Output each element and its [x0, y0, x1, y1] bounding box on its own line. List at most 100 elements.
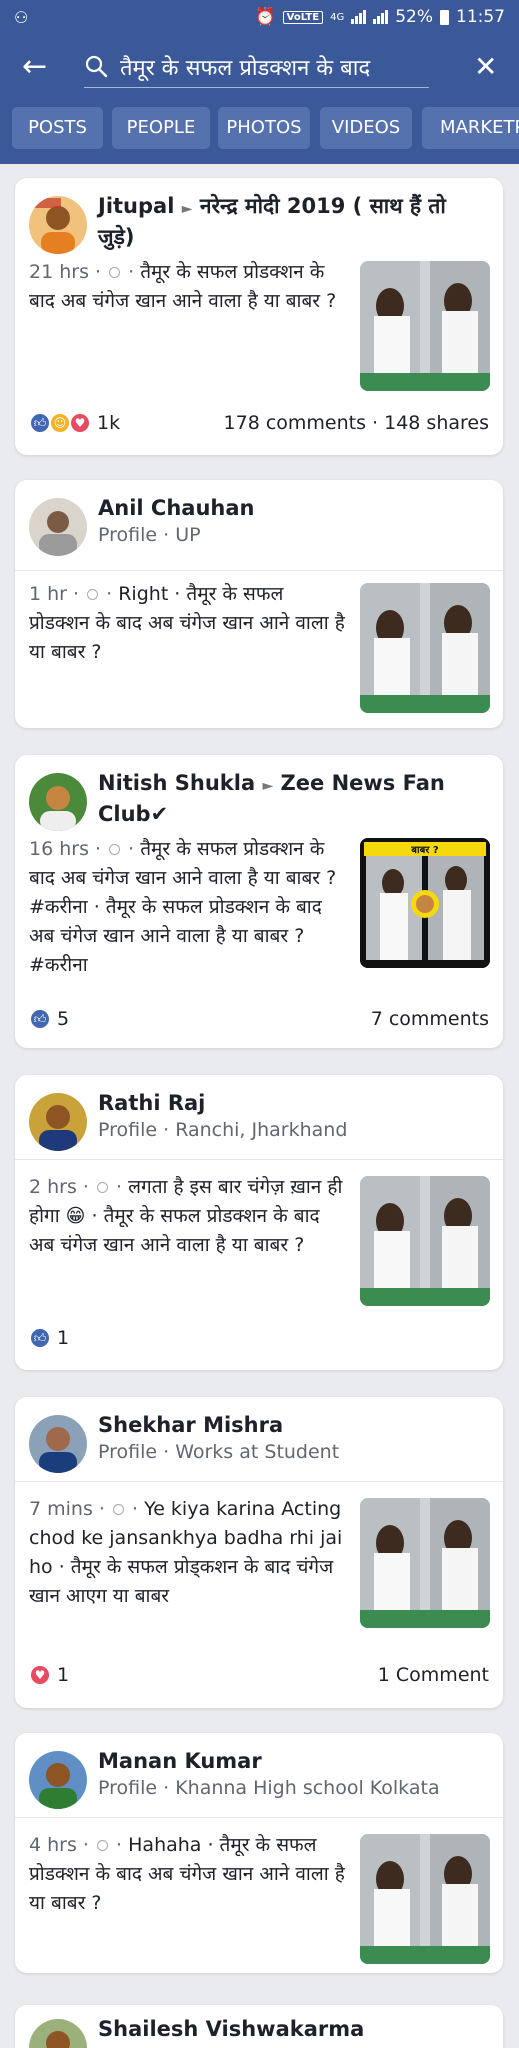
avatar[interactable]: [29, 1093, 87, 1151]
post-footer: ♥ 1 1 Comment: [29, 1662, 489, 1690]
clear-search-icon[interactable]: ✕: [474, 50, 497, 84]
search-query: तैमूर के सफल प्रोडक्शन के बाद: [120, 56, 371, 81]
post-card[interactable]: Anil Chauhan Profile · UP 1 hr · · Right…: [15, 480, 503, 728]
author-name[interactable]: Jitupal: [98, 194, 174, 218]
author-name[interactable]: Anil Chauhan: [98, 496, 254, 520]
globe-icon: [87, 589, 99, 600]
tab-photos[interactable]: PHOTOS: [218, 107, 310, 149]
avatar[interactable]: [29, 498, 87, 556]
battery-icon: [440, 9, 449, 25]
search-icon: [85, 55, 108, 78]
post-body: 4 hrs · · Hahaha · तैमूर के सफल प्रोडक्श…: [29, 1834, 345, 1914]
post-time: 2 hrs: [29, 1176, 77, 1198]
signal-icon: [351, 10, 367, 24]
reaction-count: 1k: [97, 412, 121, 434]
post-card[interactable]: Shailesh Vishwakarma: [15, 2005, 503, 2048]
post-body: 1 hr · · Right · तैमूर के सफल प्रोडक्शन …: [29, 583, 345, 663]
reaction-summary[interactable]: 👍︎ 1: [29, 1327, 69, 1349]
post-thumbnail[interactable]: [360, 1498, 490, 1628]
reaction-summary[interactable]: ♥ 1: [29, 1664, 69, 1686]
author-name[interactable]: Nitish Shukla: [98, 771, 255, 795]
post-author-line[interactable]: Manan Kumar: [98, 1747, 488, 1775]
post-thumbnail[interactable]: [360, 261, 490, 391]
globe-icon: [109, 267, 121, 278]
post-body: 7 mins · · Ye kiya karina Acting chod ke…: [29, 1498, 343, 1607]
comments-count[interactable]: 7 comments: [371, 1008, 489, 1030]
post-thumbnail[interactable]: बाबर ?: [360, 838, 490, 968]
post-card[interactable]: Manan Kumar Profile · Khanna High school…: [15, 1733, 503, 1973]
search-input[interactable]: तैमूर के सफल प्रोडक्शन के बाद: [84, 48, 429, 88]
avatar[interactable]: [29, 2019, 87, 2048]
post-footer: 👍︎ 1: [29, 1325, 489, 1353]
shares-count[interactable]: 148 shares: [384, 412, 489, 434]
network-type: 4G: [330, 11, 345, 23]
thumbnail-caption: बाबर ?: [411, 845, 439, 856]
globe-icon: [112, 1504, 124, 1515]
engagement-stats[interactable]: 178 comments · 148 shares: [224, 412, 489, 434]
clock: 11:57: [456, 7, 505, 27]
engagement-stats[interactable]: 7 comments: [371, 1008, 489, 1030]
status-icons: ⏰ VoLTE 4G 52% 11:57: [254, 7, 505, 27]
comments-count[interactable]: 1 Comment: [378, 1664, 489, 1686]
love-reaction-icon: ♥: [29, 1664, 51, 1686]
comments-count[interactable]: 178 comments: [224, 412, 366, 434]
post-time: 16 hrs: [29, 838, 89, 860]
post-footer: 👍︎ ☺ ♥ 1k 178 comments · 148 shares: [29, 410, 489, 438]
arrow-right-icon: ►: [181, 201, 193, 217]
post-card[interactable]: Rathi Raj Profile · Ranchi, Jharkhand 2 …: [15, 1075, 503, 1370]
divider: [15, 1159, 503, 1160]
profile-subtitle: Profile · UP: [98, 524, 201, 546]
post-body: 16 hrs · · तैमूर के सफल प्रोडक्शन के बाद…: [29, 838, 337, 976]
post-footer: 👍︎ 5 7 comments: [29, 1006, 489, 1034]
post-card[interactable]: Nitish Shukla ► Zee News Fan Club✔ 16 hr…: [15, 755, 503, 1048]
divider: [15, 570, 503, 571]
back-arrow-icon[interactable]: ←: [22, 50, 62, 86]
post-card[interactable]: Jitupal ► नरेन्द्र मोदी 2019 ( साथ हैं त…: [15, 178, 503, 455]
post-time: 1 hr: [29, 583, 67, 605]
author-name[interactable]: Shailesh Vishwakarma: [98, 2017, 364, 2041]
post-author-line[interactable]: Shailesh Vishwakarma: [98, 2015, 488, 2043]
author-name[interactable]: Manan Kumar: [98, 1749, 262, 1773]
post-author-line[interactable]: Nitish Shukla ► Zee News Fan Club✔: [98, 769, 488, 828]
avatar[interactable]: [29, 1751, 87, 1809]
battery-percent: 52%: [395, 7, 433, 27]
globe-icon: [97, 1182, 109, 1193]
post-author-line[interactable]: Shekhar Mishra: [98, 1411, 488, 1439]
post-card[interactable]: Shekhar Mishra Profile · Works at Studen…: [15, 1397, 503, 1708]
reaction-count: 1: [57, 1664, 70, 1686]
avatar[interactable]: [29, 1415, 87, 1473]
signal-icon-2: [373, 10, 389, 24]
avatar[interactable]: [29, 196, 87, 254]
tab-posts[interactable]: POSTS: [12, 107, 103, 149]
avatar[interactable]: [29, 773, 87, 831]
reaction-count: 1: [57, 1327, 70, 1349]
post-thumbnail[interactable]: [360, 583, 490, 713]
tab-videos[interactable]: VIDEOS: [320, 107, 412, 149]
divider: [15, 1817, 503, 1818]
author-name[interactable]: Shekhar Mishra: [98, 1413, 283, 1437]
post-author-line[interactable]: Jitupal ► नरेन्द्र मोदी 2019 ( साथ हैं त…: [98, 192, 488, 251]
like-reaction-icon: 👍︎: [29, 1327, 51, 1349]
tab-people[interactable]: PEOPLE: [112, 107, 210, 149]
post-author-line[interactable]: Rathi Raj: [98, 1089, 488, 1117]
post-time: 21 hrs: [29, 261, 89, 283]
profile-subtitle: Profile · Ranchi, Jharkhand: [98, 1119, 348, 1141]
profile-subtitle: Profile · Khanna High school Kolkata: [98, 1777, 440, 1799]
post-thumbnail[interactable]: [360, 1176, 490, 1306]
reaction-summary[interactable]: 👍︎ 5: [29, 1008, 69, 1030]
like-reaction-icon: 👍︎: [29, 1008, 51, 1030]
profile-subtitle: Profile · Works at Student: [98, 1441, 340, 1463]
search-header: ← तैमूर के सफल प्रोडक्शन के बाद ✕: [0, 36, 519, 102]
tab-marketplace[interactable]: MARKETPLACE: [422, 107, 519, 149]
post-thumbnail[interactable]: [360, 1834, 490, 1964]
filter-tabs: POSTS PEOPLE PHOTOS VIDEOS MARKETPLACE: [0, 102, 519, 164]
post-time: 7 mins: [29, 1498, 93, 1520]
reaction-summary[interactable]: 👍︎ ☺ ♥ 1k: [29, 412, 120, 434]
globe-icon: [97, 1840, 109, 1851]
haha-reaction-icon: ☺: [49, 412, 71, 434]
post-time: 4 hrs: [29, 1834, 77, 1856]
post-author-line[interactable]: Anil Chauhan: [98, 494, 488, 522]
author-name[interactable]: Rathi Raj: [98, 1091, 205, 1115]
globe-icon: [109, 844, 121, 855]
engagement-stats[interactable]: 1 Comment: [378, 1664, 489, 1686]
